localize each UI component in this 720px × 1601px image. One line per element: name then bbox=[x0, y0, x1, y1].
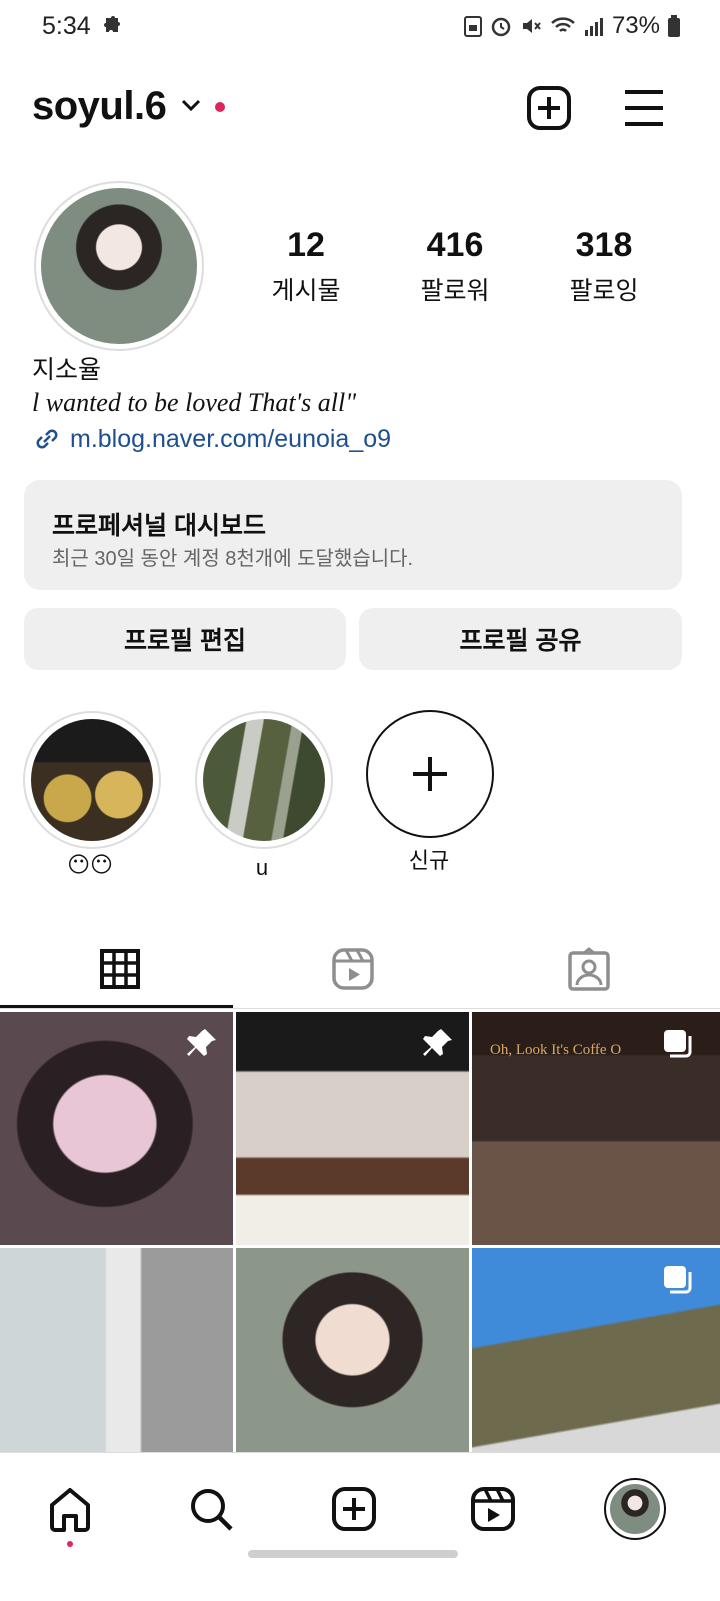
nav-create[interactable] bbox=[318, 1473, 390, 1545]
tagged-tab[interactable] bbox=[469, 930, 709, 1008]
battery-percent: 73% bbox=[611, 12, 660, 39]
active-tab-indicator bbox=[0, 1005, 233, 1008]
status-time: 5:34 bbox=[42, 12, 91, 40]
tagged-icon bbox=[568, 947, 610, 991]
followers-count: 416 bbox=[426, 226, 484, 264]
plus-icon bbox=[413, 757, 447, 791]
profile-photo bbox=[41, 188, 197, 344]
save-icon bbox=[463, 16, 482, 37]
profile-tabs bbox=[0, 930, 720, 1009]
posts-count: 12 bbox=[287, 226, 325, 264]
post-3[interactable]: Oh, Look It's Coffe O bbox=[472, 1012, 720, 1245]
carousel-icon bbox=[664, 1266, 692, 1294]
username[interactable]: soyul.6 bbox=[32, 84, 167, 129]
following-count: 318 bbox=[575, 226, 633, 264]
home-indicator[interactable] bbox=[248, 1550, 458, 1558]
mute-icon bbox=[522, 19, 541, 33]
chevron-down-icon[interactable] bbox=[180, 94, 202, 121]
grid-icon bbox=[100, 949, 140, 989]
post-1[interactable] bbox=[0, 1012, 233, 1245]
create-post-button[interactable] bbox=[525, 84, 573, 132]
following-label: 팔로잉 bbox=[569, 277, 639, 305]
post-3-sign: Oh, Look It's Coffe O bbox=[490, 1042, 622, 1058]
highlight-2[interactable] bbox=[195, 711, 333, 849]
dashboard-title: 프로페셔널 대시보드 bbox=[52, 512, 266, 540]
link-icon bbox=[36, 429, 58, 449]
wifi-icon bbox=[551, 17, 575, 32]
create-icon bbox=[332, 1487, 376, 1531]
display-name: 지소율 bbox=[32, 356, 102, 384]
create-post-icon bbox=[527, 86, 571, 130]
status-icons: 73% bbox=[463, 12, 680, 40]
home-notification-dot bbox=[67, 1541, 73, 1547]
bio-text: l wanted to be loved That's all" bbox=[32, 388, 357, 417]
following-stat[interactable]: 318 팔로잉 bbox=[534, 226, 674, 307]
dashboard-subtitle: 최근 30일 동안 계정 8천개에 도달했습니다. bbox=[52, 548, 414, 570]
alarm-icon bbox=[491, 17, 511, 37]
followers-stat[interactable]: 416 팔로워 bbox=[385, 226, 525, 307]
waterfall-photo bbox=[203, 719, 325, 841]
status-bar: 5:34 73% bbox=[0, 0, 720, 54]
post-5[interactable] bbox=[236, 1248, 469, 1452]
new-highlight-label: 신규 bbox=[408, 848, 450, 873]
reels-tab[interactable] bbox=[233, 930, 473, 1008]
share-profile-button[interactable]: 프로필 공유 bbox=[359, 608, 682, 670]
nav-profile[interactable] bbox=[599, 1473, 671, 1545]
signal-icon bbox=[584, 18, 603, 36]
profile-avatar[interactable] bbox=[34, 181, 204, 351]
posts-grid-tab[interactable] bbox=[0, 930, 240, 1008]
puzzle-icon bbox=[100, 14, 124, 43]
nav-search[interactable] bbox=[175, 1473, 247, 1545]
profile-avatar bbox=[604, 1478, 666, 1540]
bottom-nav bbox=[0, 1452, 720, 1601]
edit-profile-button[interactable]: 프로필 편집 bbox=[24, 608, 346, 670]
menu-button[interactable] bbox=[620, 84, 668, 132]
post-2[interactable] bbox=[236, 1012, 469, 1245]
highlight-1[interactable] bbox=[23, 711, 161, 849]
reels-icon bbox=[332, 948, 374, 990]
followers-label: 팔로워 bbox=[420, 277, 490, 305]
post-6[interactable] bbox=[472, 1248, 720, 1452]
reels-icon bbox=[471, 1487, 515, 1531]
pin-icon bbox=[187, 1029, 216, 1056]
search-icon bbox=[191, 1489, 233, 1531]
post-4[interactable] bbox=[0, 1248, 233, 1452]
popcorn-photo bbox=[31, 719, 153, 841]
link-text[interactable]: m.blog.naver.com/eunoia_o9 bbox=[70, 425, 391, 454]
highlight-2-label: u bbox=[255, 855, 269, 880]
new-highlight-button[interactable] bbox=[366, 710, 494, 838]
battery-icon bbox=[668, 15, 680, 37]
carousel-icon bbox=[664, 1030, 692, 1058]
posts-stat[interactable]: 12 게시물 bbox=[236, 226, 376, 307]
nav-reels[interactable] bbox=[457, 1473, 529, 1545]
pin-icon bbox=[423, 1029, 452, 1056]
home-icon bbox=[50, 1488, 90, 1532]
menu-icon bbox=[625, 90, 663, 126]
unread-dot bbox=[215, 102, 225, 112]
highlight-1-label: 😶😶 bbox=[67, 852, 113, 877]
nav-home[interactable] bbox=[34, 1473, 106, 1547]
profile-link[interactable]: m.blog.naver.com/eunoia_o9 bbox=[32, 424, 391, 454]
posts-label: 게시물 bbox=[271, 277, 341, 305]
